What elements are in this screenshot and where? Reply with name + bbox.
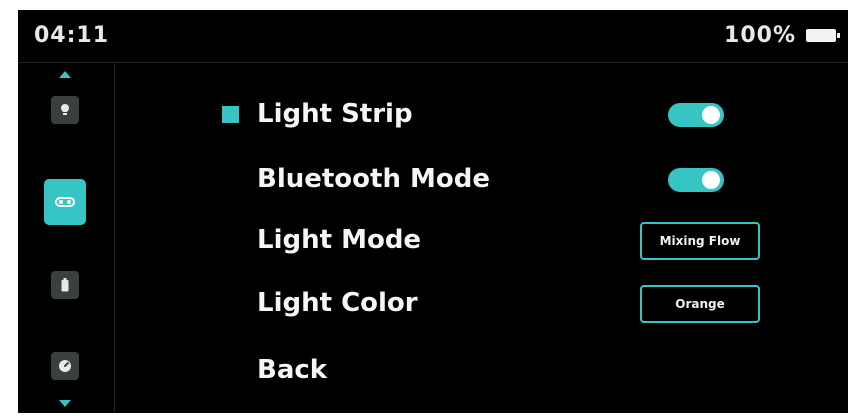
light-mode-label: Light Mode	[257, 225, 422, 255]
arrow-down-icon[interactable]	[59, 400, 71, 407]
battery-full-icon	[806, 29, 840, 42]
light-strip-icon	[55, 197, 75, 207]
toggle-knob	[702, 106, 720, 124]
status-time: 04:11	[34, 23, 110, 48]
device-screen: 04:11 100% Light Strip Bluetooth Mode Li…	[18, 10, 848, 413]
menu-row-light-color[interactable]: Light Color Orange	[222, 284, 782, 324]
light-strip-label: Light Strip	[257, 99, 413, 129]
gauge-icon	[59, 360, 71, 372]
arrow-up-icon[interactable]	[59, 71, 71, 78]
sidebar-item-lights[interactable]	[51, 96, 79, 124]
sidebar-nav	[18, 63, 115, 413]
menu-row-light-strip[interactable]: Light Strip	[222, 95, 782, 135]
back-button[interactable]: Back	[257, 355, 327, 385]
sidebar-item-dashboard[interactable]	[51, 352, 79, 380]
selection-marker	[222, 106, 239, 123]
menu-row-light-mode[interactable]: Light Mode Mixing Flow	[222, 221, 782, 261]
bluetooth-mode-label: Bluetooth Mode	[257, 164, 490, 194]
status-bar: 04:11 100%	[18, 10, 848, 63]
toggle-knob	[702, 171, 720, 189]
battery-icon	[61, 278, 69, 292]
sidebar-item-light-strip[interactable]	[44, 179, 86, 225]
menu-row-bluetooth-mode[interactable]: Bluetooth Mode	[222, 160, 782, 200]
light-color-label: Light Color	[257, 288, 418, 318]
bluetooth-mode-toggle[interactable]	[668, 168, 724, 192]
menu-row-back[interactable]: Back	[222, 351, 782, 391]
sidebar-item-battery[interactable]	[51, 271, 79, 299]
light-strip-toggle[interactable]	[668, 103, 724, 127]
battery-percentage: 100%	[724, 23, 796, 48]
light-mode-select[interactable]: Mixing Flow	[640, 222, 760, 260]
lightbulb-icon	[61, 104, 69, 115]
light-color-select[interactable]: Orange	[640, 285, 760, 323]
